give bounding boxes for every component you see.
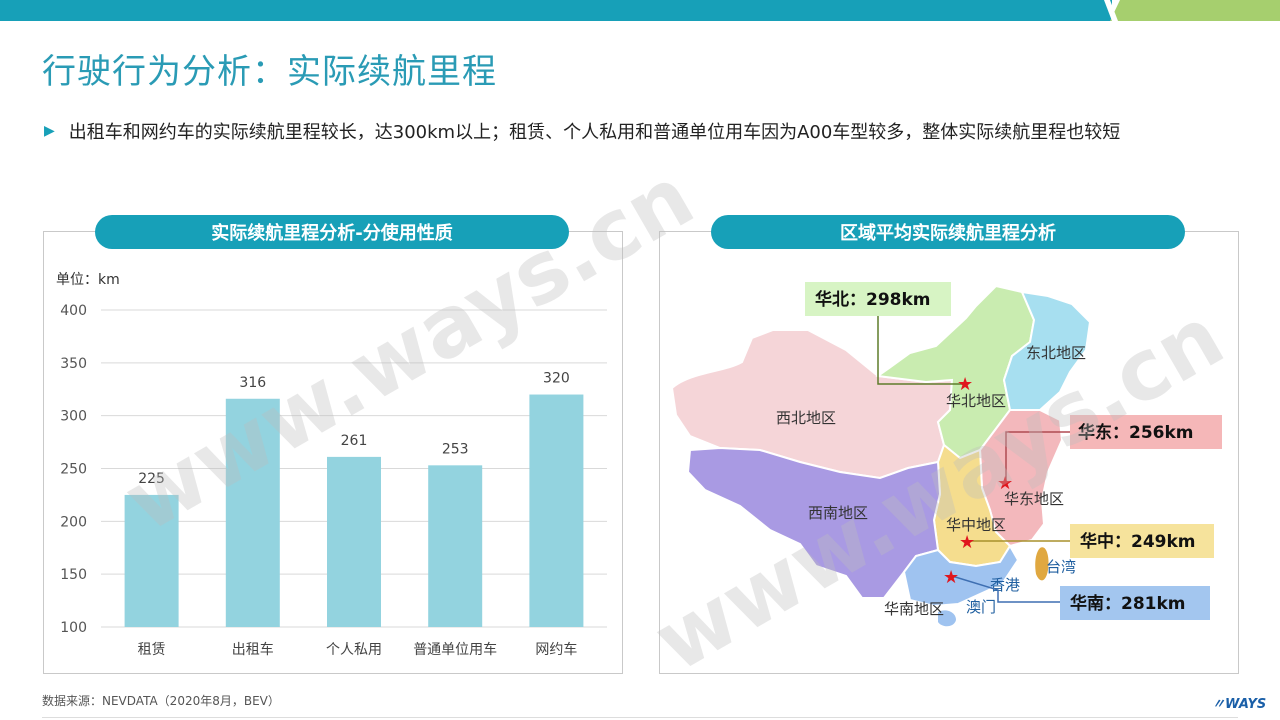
- star-marker-huazhong: ★: [959, 532, 975, 553]
- star-marker-huabei: ★: [957, 374, 973, 395]
- region-label-huazhong: 华中地区: [946, 516, 1006, 534]
- region-xinan: [686, 446, 942, 599]
- bottom-divider: [42, 717, 1238, 718]
- region-label-xibei: 西北地区: [776, 409, 836, 427]
- ways-logo: 〃WAYS: [1212, 693, 1266, 712]
- star-marker-huanan: ★: [943, 567, 959, 588]
- china-region-map: 西北地区 华北地区 东北地区 华东地区 华中地区 西南地区 华南地区 台湾 香港…: [670, 282, 1222, 627]
- star-marker-huadong: ★: [997, 473, 1013, 494]
- label-taiwan: 台湾: [1046, 558, 1076, 576]
- callout-huanan: 华南：281km: [1070, 593, 1186, 614]
- region-label-xinan: 西南地区: [808, 504, 868, 522]
- label-hongkong: 香港: [990, 576, 1020, 594]
- callout-huazhong: 华中：249km: [1080, 531, 1196, 552]
- logo-swoosh-icon: 〃: [1212, 697, 1226, 712]
- label-macau: 澳门: [966, 598, 996, 616]
- region-label-huanan: 华南地区: [884, 600, 944, 618]
- region-label-huabei: 华北地区: [946, 392, 1006, 410]
- callout-huabei: 华北：298km: [815, 289, 931, 310]
- source-note: 数据来源：NEVDATA（2020年8月，BEV）: [42, 694, 280, 708]
- callout-huadong: 华东：256km: [1078, 422, 1194, 443]
- region-label-dongbei: 东北地区: [1026, 344, 1086, 362]
- logo-text: WAYS: [1225, 697, 1267, 712]
